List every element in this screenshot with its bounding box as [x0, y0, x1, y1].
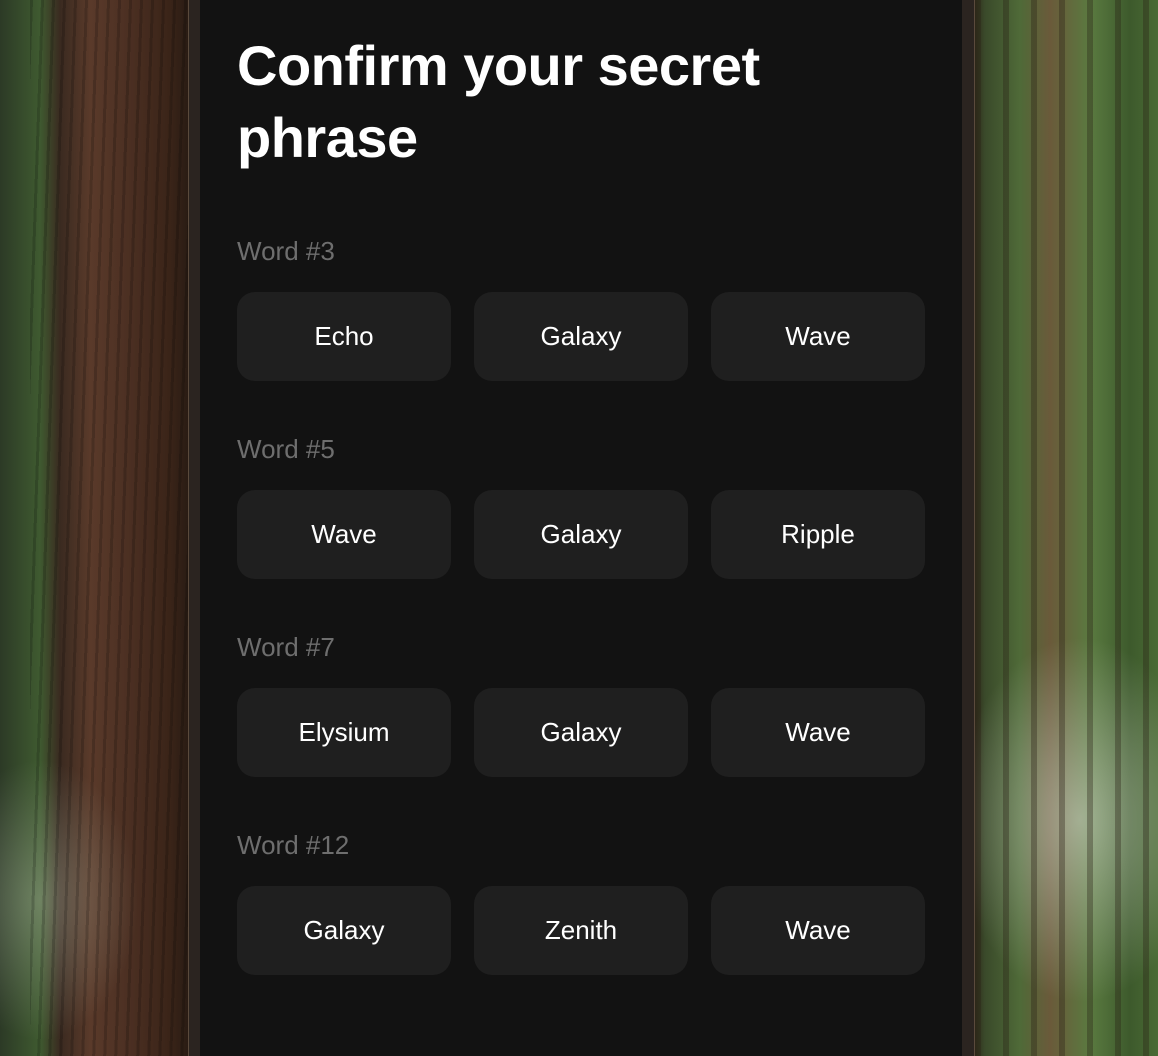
word-option-button[interactable]: Zenith	[474, 886, 688, 975]
word-option-button[interactable]: Elysium	[237, 688, 451, 777]
word-number-label: Word #3	[237, 236, 335, 266]
word-option-button[interactable]: Galaxy	[474, 490, 688, 579]
word-option-button[interactable]: Galaxy	[474, 292, 688, 381]
tree-trunk-decoration	[30, 0, 190, 1056]
forest-decoration	[975, 0, 1158, 1056]
word-options: Echo Galaxy Wave	[237, 292, 927, 381]
word-option-button[interactable]: Wave	[237, 490, 451, 579]
word-group-12: Word #12 Galaxy Zenith Wave	[237, 830, 927, 975]
word-option-button[interactable]: Galaxy	[474, 688, 688, 777]
word-number-label: Word #12	[237, 830, 350, 860]
word-option-button[interactable]: Galaxy	[237, 886, 451, 975]
word-option-button[interactable]: Wave	[711, 886, 925, 975]
confirm-phrase-screen: Confirm your secret phrase Word #3 Echo …	[200, 0, 962, 1056]
page-title: Confirm your secret phrase	[237, 34, 760, 169]
word-number-label: Word #7	[237, 632, 335, 662]
word-option-button[interactable]: Wave	[711, 688, 925, 777]
word-group-7: Word #7 Elysium Galaxy Wave	[237, 632, 927, 777]
word-option-button[interactable]: Echo	[237, 292, 451, 381]
word-option-button[interactable]: Ripple	[711, 490, 925, 579]
word-group-3: Word #3 Echo Galaxy Wave	[237, 236, 927, 381]
word-group-5: Word #5 Wave Galaxy Ripple	[237, 434, 927, 579]
word-options: Galaxy Zenith Wave	[237, 886, 927, 975]
word-option-button[interactable]: Wave	[711, 292, 925, 381]
word-number-label: Word #5	[237, 434, 335, 464]
word-options: Wave Galaxy Ripple	[237, 490, 927, 579]
word-options: Elysium Galaxy Wave	[237, 688, 927, 777]
